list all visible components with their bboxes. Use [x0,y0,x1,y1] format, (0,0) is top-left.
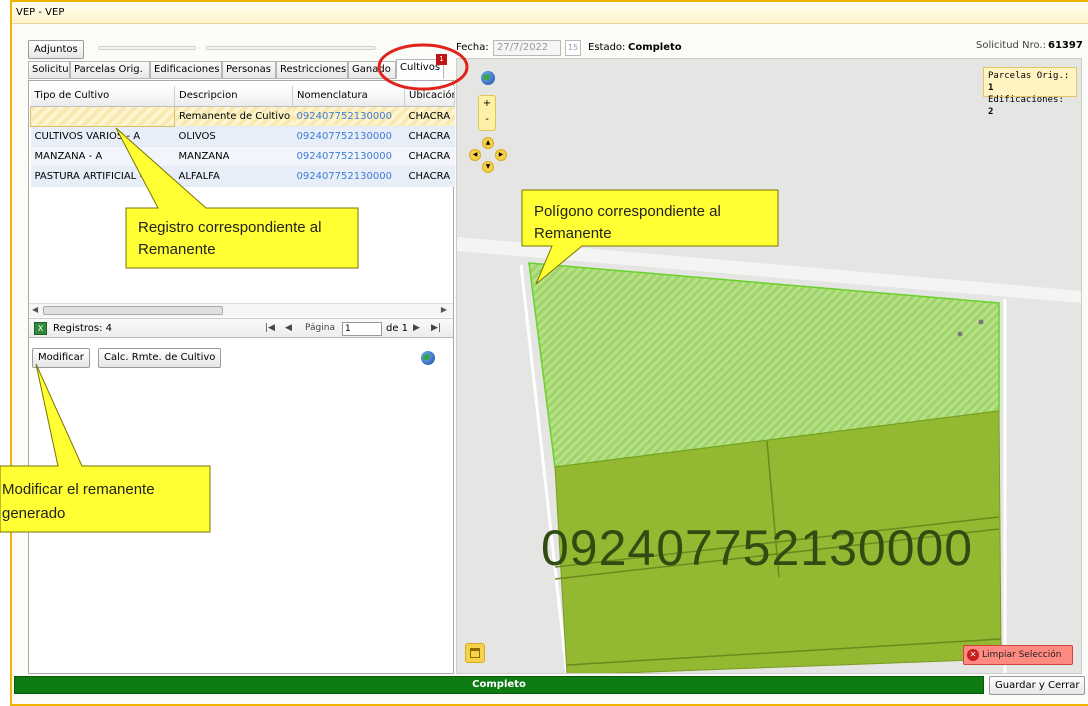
solicitud-label: Solicitud Nro.: [976,40,1046,51]
tab-solicitud[interactable]: Solicitud [28,61,70,79]
estado-value: Completo [628,42,682,53]
parcel-nomenclatura-label: 092407752130000 [541,520,974,576]
window-layout-icon-glyph [470,648,480,658]
table-row[interactable]: CULTIVOS VARIOS - A OLIVOS 0924077521300… [30,126,455,147]
window-layout-icon[interactable] [465,643,485,663]
cell-ubicacion: CHACRA [404,166,455,187]
cell-nomenclatura[interactable]: 092407752130000 [292,146,405,167]
cell-tipo: MANZANA - A [30,146,175,167]
info-edificaciones-row: Edificaciones: 2 [988,94,1072,118]
tab-parcelas-orig[interactable]: Parcelas Orig. [70,61,150,79]
modificar-button[interactable]: Modificar [32,348,90,368]
pagina-label: Página [305,323,335,333]
scroll-right-icon[interactable]: ▶ [441,305,447,314]
cell-nomenclatura[interactable]: 092407752130000 [292,126,405,147]
zoom-out-button[interactable]: - [479,114,495,125]
cultivos-panel: Tipo de Cultivo Descripcion Nomenclatura… [28,80,455,674]
pan-down-icon[interactable]: ▼ [482,161,494,173]
map-canvas [457,237,1081,673]
info-parcelas-row: Parcelas Orig.: 1 [988,70,1072,94]
pan-right-icon[interactable]: ▶ [495,149,507,161]
pan-up-icon[interactable]: ▲ [482,137,494,149]
page-total: de 1 [386,323,409,334]
cell-tipo [30,105,175,127]
cell-descripcion: ALFALFA [174,166,293,187]
map-globe-icon[interactable] [481,71,495,85]
globe-icon[interactable] [421,351,435,365]
tab-restricciones[interactable]: Restricciones [276,61,348,79]
pan-left-icon[interactable]: ◀ [469,149,481,161]
prev-page-icon[interactable]: ◀ [285,323,292,333]
page-input[interactable] [342,322,382,336]
col-tipo-cultivo[interactable]: Tipo de Cultivo [30,86,175,107]
info-parcelas-label: Parcelas Orig.: [988,71,1070,81]
adjuntos-tab[interactable]: Adjuntos [28,40,84,59]
table-row[interactable]: MANZANA - A MANZANA 092407752130000 CHAC… [30,146,455,167]
cell-descripcion: OLIVOS [174,126,293,147]
map-info-box: Parcelas Orig.: 1 Edificaciones: 2 [983,67,1077,117]
limpiar-label: Limpiar Selección [982,650,1062,660]
guardar-cerrar-button[interactable]: Guardar y Cerrar [989,676,1086,695]
registros-count: Registros: 4 [53,323,113,334]
header-progress-track-2 [206,46,376,50]
scroll-thumb[interactable] [43,306,223,315]
cell-tipo: PASTURA ARTIFICIAL - A [30,166,175,187]
cultivos-table: Tipo de Cultivo Descripcion Nomenclatura… [30,86,455,187]
fecha-label: Fecha: [456,42,489,53]
map-view[interactable]: + - ▲ ◀ ▶ ▼ Parcelas Orig.: 1 Edificacio… [456,58,1082,674]
window-title: VEP - VEP [16,7,65,18]
limpiar-seleccion-button[interactable]: ✕ Limpiar Selección [963,645,1073,665]
tab-personas[interactable]: Personas [222,61,276,79]
solicitud-value: 61397 [1048,40,1083,51]
info-edificaciones-label: Edificaciones: [988,95,1064,105]
map-point [978,319,984,325]
window-titlebar: VEP - VEP [12,2,1088,24]
cell-ubicacion: CHACRA [404,126,455,147]
first-page-icon[interactable]: |◀ [265,323,275,333]
excel-export-icon[interactable]: X [34,322,47,335]
pager-toolbar: X Registros: 4 |◀ ◀ Página de 1 ▶ ▶| [29,318,453,338]
cell-tipo: CULTIVOS VARIOS - A [30,126,175,147]
calc-remanente-button[interactable]: Calc. Rmte. de Cultivo [98,348,222,368]
map-point [957,331,963,337]
tab-edificaciones[interactable]: Edificaciones [150,61,222,79]
col-nomenclatura[interactable]: Nomenclatura [292,86,405,107]
table-row[interactable]: Remanente de Cultivo 092407752130000 CHA… [30,105,455,127]
status-bar: Completo [14,676,984,694]
col-ubicacion[interactable]: Ubicación [404,86,455,107]
cell-descripcion: Remanente de Cultivo [174,106,293,127]
pan-control: ▲ ◀ ▶ ▼ [469,137,507,175]
info-edificaciones-value: 2 [988,107,994,117]
last-page-icon[interactable]: ▶| [431,323,441,333]
zoom-in-button[interactable]: + [479,98,495,109]
scroll-left-icon[interactable]: ◀ [32,305,38,314]
tab-cultivos-badge: 1 [436,54,447,65]
next-page-icon[interactable]: ▶ [413,323,420,333]
cell-descripcion: MANZANA [174,146,293,167]
cell-ubicacion: CHACRA [404,106,455,127]
info-parcelas-value: 1 [988,83,994,93]
calendar-icon[interactable]: 15 [565,40,581,56]
zoom-control: + - [478,95,496,131]
fecha-input[interactable]: 27/7/2022 [493,40,561,56]
tab-ganado[interactable]: Ganado [348,61,396,79]
col-descripcion[interactable]: Descripcion [174,86,293,107]
cell-nomenclatura[interactable]: 092407752130000 [292,166,405,187]
horizontal-scrollbar[interactable]: ◀ ▶ [29,303,453,317]
cell-ubicacion: CHACRA [404,146,455,167]
estado-label: Estado: [588,42,626,53]
close-icon: ✕ [967,649,979,661]
header-progress-track-1 [98,46,196,50]
table-row[interactable]: PASTURA ARTIFICIAL - A ALFALFA 092407752… [30,166,455,187]
table-header: Tipo de Cultivo Descripcion Nomenclatura… [30,86,455,107]
cell-nomenclatura[interactable]: 092407752130000 [292,106,405,127]
